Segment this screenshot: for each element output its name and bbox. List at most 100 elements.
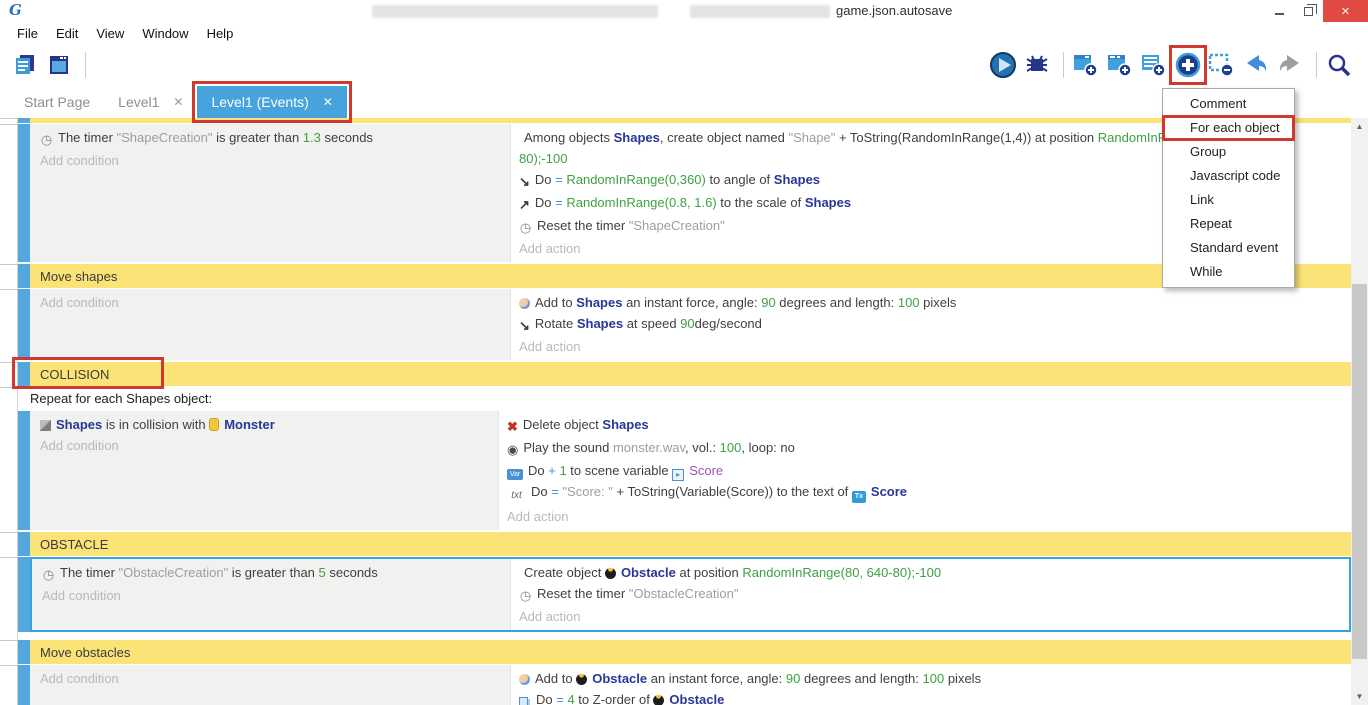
text-segment: The timer xyxy=(60,565,119,580)
tab-start-page[interactable]: Start Page xyxy=(10,86,104,118)
tab-level1[interactable]: Level1 ✕ xyxy=(104,86,197,118)
event-drag-handle[interactable] xyxy=(18,411,30,530)
action-line[interactable]: Add to Shapes an instant force, angle: 9… xyxy=(519,292,1281,313)
event-drag-handle[interactable] xyxy=(18,289,30,360)
event-drag-handle[interactable] xyxy=(18,532,30,556)
action-line[interactable]: Add to Obstacle an instant force, angle:… xyxy=(519,668,1281,689)
menu-help[interactable]: Help xyxy=(198,26,243,41)
project-manager-icon[interactable] xyxy=(10,49,40,81)
event-drag-handle[interactable] xyxy=(18,362,30,386)
conditions-column[interactable]: Add condition xyxy=(30,665,510,705)
action-line[interactable]: Rotate Shapes at speed 90deg/second xyxy=(519,313,1281,336)
add-event-icon[interactable] xyxy=(1071,49,1101,81)
for-each-header[interactable]: Repeat for each Shapes object: xyxy=(18,387,1351,411)
action-line[interactable]: Create object Obstacle at position Rando… xyxy=(519,562,1279,583)
comment-row: COLLISION xyxy=(0,362,1351,386)
add-comment-event-icon[interactable] xyxy=(1139,49,1169,81)
event-drag-handle[interactable] xyxy=(18,118,30,123)
redacted-title-text xyxy=(690,5,830,18)
text-segment: = xyxy=(555,195,563,210)
event-drag-handle[interactable] xyxy=(18,264,30,288)
menu-file[interactable]: File xyxy=(8,26,47,41)
add-condition-button[interactable]: Add condition xyxy=(40,435,492,456)
add-condition-button[interactable]: Add condition xyxy=(42,585,504,606)
play-icon[interactable] xyxy=(988,49,1018,81)
redo-icon[interactable] xyxy=(1275,49,1305,81)
menu-item-group[interactable]: Group xyxy=(1163,140,1294,164)
comment-strip[interactable] xyxy=(30,118,1351,123)
scroll-up-arrow-icon[interactable]: ▲ xyxy=(1351,118,1368,135)
add-action-button[interactable]: Add action xyxy=(507,506,1281,527)
actions-column[interactable]: Add to Shapes an instant force, angle: 9… xyxy=(510,289,1351,360)
conditions-column[interactable]: The timer "ObstacleCreation" is greater … xyxy=(32,559,510,630)
text-segment: , vol.: xyxy=(685,440,720,455)
event-drag-handle[interactable] xyxy=(18,124,30,262)
menu-item-for-each-object[interactable]: For each object xyxy=(1163,116,1294,140)
conditions-column[interactable]: The timer "ShapeCreation" is greater tha… xyxy=(30,124,510,262)
tab-label: Level1 xyxy=(118,94,159,110)
comment-text[interactable]: OBSTACLE xyxy=(30,532,1351,556)
actions-column[interactable]: Add to Obstacle an instant force, angle:… xyxy=(510,665,1351,705)
scrollbar-thumb[interactable] xyxy=(1352,284,1367,659)
comment-text[interactable]: Move obstacles xyxy=(30,640,1351,664)
scroll-down-arrow-icon[interactable]: ▼ xyxy=(1351,688,1368,705)
add-event-type-icon[interactable] xyxy=(1173,49,1203,81)
restore-button[interactable] xyxy=(1294,0,1323,22)
event-drag-handle[interactable] xyxy=(18,665,30,705)
debug-icon[interactable] xyxy=(1022,49,1052,81)
action-line[interactable]: Do + 1 to scene variable Score xyxy=(507,460,1281,481)
tab-close-icon[interactable]: ✕ xyxy=(173,95,183,109)
event-gutter xyxy=(0,387,18,530)
scene-editor-icon[interactable] xyxy=(44,49,74,81)
action-line[interactable]: Do = "Score: " + ToString(Variable(Score… xyxy=(507,481,1281,506)
window-controls xyxy=(1265,0,1368,22)
undo-icon[interactable] xyxy=(1241,49,1271,81)
menu-view[interactable]: View xyxy=(87,26,133,41)
add-action-button[interactable]: Add action xyxy=(519,606,1279,627)
add-condition-button[interactable]: Add condition xyxy=(40,150,504,171)
condition-line[interactable]: The timer "ObstacleCreation" is greater … xyxy=(42,562,504,585)
conditions-column[interactable]: Add condition xyxy=(30,289,510,360)
vertical-scrollbar[interactable]: ▲ ▼ xyxy=(1351,118,1368,705)
add-subevent-icon[interactable] xyxy=(1105,49,1135,81)
delete-event-icon[interactable] xyxy=(1207,49,1237,81)
actions-column[interactable]: Create object Obstacle at position Rando… xyxy=(510,559,1349,630)
comment-text[interactable]: COLLISION xyxy=(30,362,1351,386)
event-drag-handle[interactable] xyxy=(18,557,30,632)
action-line[interactable]: Delete object Shapes xyxy=(507,414,1281,437)
text-segment: 90 xyxy=(761,295,775,310)
action-line[interactable]: Reset the timer "ObstacleCreation" xyxy=(519,583,1279,606)
event-drag-handle[interactable] xyxy=(18,640,30,664)
tab-close-icon[interactable]: ✕ xyxy=(323,95,333,109)
text-segment: RandomInRange(0,360) xyxy=(563,172,706,187)
tab-level1-events-[interactable]: Level1 (Events)✕ xyxy=(197,86,346,118)
menu-item-standard-event[interactable]: Standard event xyxy=(1163,236,1294,260)
conditions-column[interactable]: Shapes is in collision with MonsterAdd c… xyxy=(30,411,498,530)
add-condition-button[interactable]: Add condition xyxy=(40,292,504,313)
event-row: Add condition Add to Shapes an instant fo… xyxy=(0,289,1351,360)
action-line[interactable]: Do = 4 to Z-order of Obstacle xyxy=(519,689,1281,705)
timer-icon xyxy=(42,564,55,585)
minimize-button[interactable] xyxy=(1265,0,1294,22)
action-line[interactable]: Play the sound monster.wav, vol.: 100, l… xyxy=(507,437,1281,460)
comment-text[interactable]: Move shapes xyxy=(30,264,1351,288)
text-segment: "ShapeCreation" xyxy=(117,130,213,145)
search-icon[interactable] xyxy=(1324,49,1354,81)
menu-edit[interactable]: Edit xyxy=(47,26,87,41)
menu-item-comment[interactable]: Comment xyxy=(1163,92,1294,116)
close-button[interactable] xyxy=(1323,0,1368,22)
text-segment: 1.3 xyxy=(303,130,321,145)
menu-item-link[interactable]: Link xyxy=(1163,188,1294,212)
actions-column[interactable]: Delete object ShapesPlay the sound monst… xyxy=(498,411,1351,530)
comment-row: Move obstacles xyxy=(0,640,1351,664)
condition-line[interactable]: Shapes is in collision with Monster xyxy=(40,414,492,435)
condition-line[interactable]: The timer "ShapeCreation" is greater tha… xyxy=(40,127,504,150)
text-segment: Delete object xyxy=(523,417,603,432)
menu-window[interactable]: Window xyxy=(133,26,197,41)
menu-item-while[interactable]: While xyxy=(1163,260,1294,284)
text-segment: Reset the timer xyxy=(537,218,629,233)
add-condition-button[interactable]: Add condition xyxy=(40,668,504,689)
add-action-button[interactable]: Add action xyxy=(519,336,1281,357)
menu-item-repeat[interactable]: Repeat xyxy=(1163,212,1294,236)
menu-item-javascript-code[interactable]: Javascript code xyxy=(1163,164,1294,188)
